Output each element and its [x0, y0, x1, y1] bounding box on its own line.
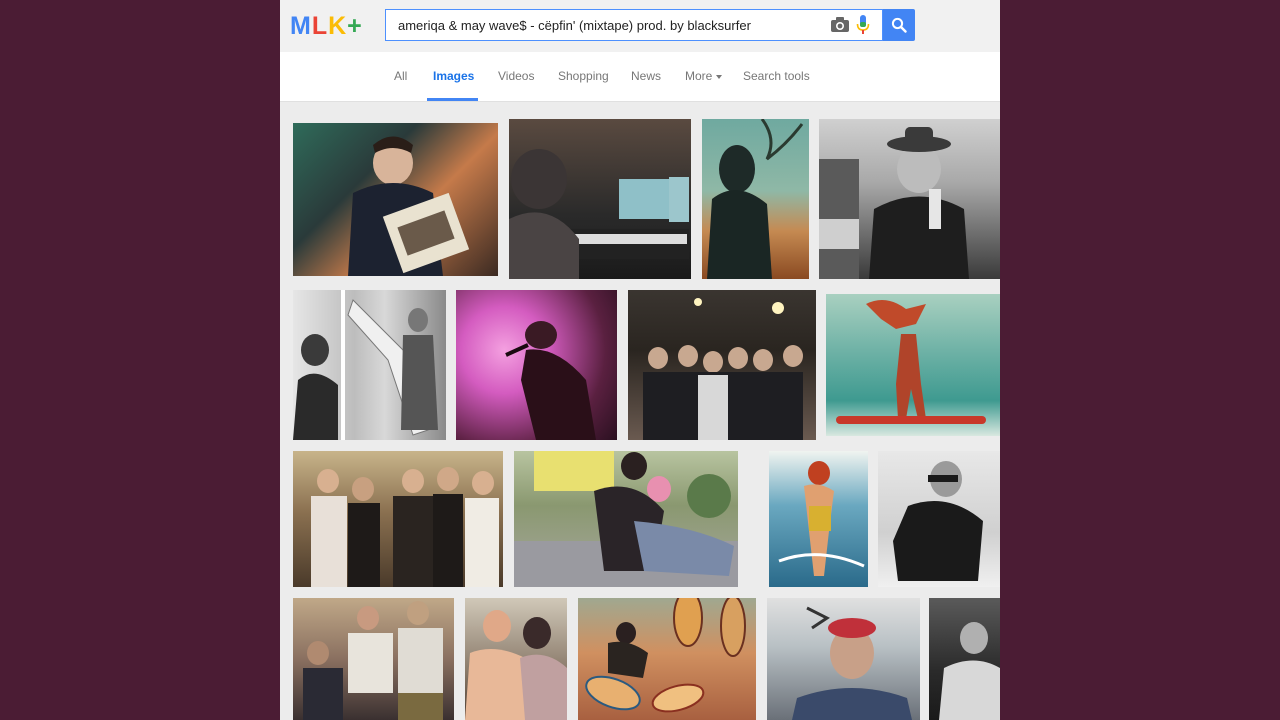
- image-result[interactable]: [293, 451, 503, 587]
- image-result[interactable]: [769, 451, 868, 587]
- image-thumbnail: [836, 300, 986, 424]
- search-tabs: All Images Videos Shopping News More Sea…: [280, 52, 1000, 102]
- image-result[interactable]: [509, 119, 691, 279]
- active-tab-indicator: [427, 98, 478, 101]
- browser-frame: MLK+ ameriqa & may wave$ - cëpfin' (mixt…: [280, 0, 1000, 720]
- image-result[interactable]: [293, 598, 454, 720]
- image-thumbnail: [778, 461, 865, 576]
- image-result[interactable]: [826, 294, 1000, 436]
- search-header: MLK+ ameriqa & may wave$ - cëpfin' (mixt…: [280, 0, 1000, 52]
- image-result[interactable]: [578, 598, 756, 720]
- search-query-text: ameriqa & may wave$ - cëpfin' (mixtape) …: [398, 18, 751, 33]
- image-thumbnail: [509, 149, 689, 279]
- tab-search-tools[interactable]: Search tools: [743, 69, 810, 83]
- logo-plus: +: [347, 12, 363, 40]
- tab-news[interactable]: News: [631, 69, 661, 83]
- image-thumbnail: [819, 127, 969, 279]
- image-result[interactable]: [702, 119, 809, 279]
- image-thumbnail: [893, 461, 983, 581]
- logo-letter-m: M: [290, 12, 312, 40]
- logo-letter-k: K: [328, 12, 348, 40]
- image-thumbnail: [585, 598, 746, 713]
- image-thumbnail: [514, 451, 738, 587]
- image-thumbnail: [643, 298, 803, 440]
- image-thumbnail: [707, 119, 804, 279]
- image-result[interactable]: [293, 290, 446, 440]
- image-thumbnail: [348, 136, 470, 276]
- image-result[interactable]: [819, 119, 1000, 279]
- search-input[interactable]: ameriqa & may wave$ - cëpfin' (mixtape) …: [385, 9, 883, 41]
- image-thumbnail: [293, 290, 438, 440]
- microphone-icon[interactable]: [856, 15, 870, 35]
- search-icon: [891, 17, 907, 33]
- image-result[interactable]: [514, 451, 738, 587]
- image-result[interactable]: [929, 598, 1000, 720]
- search-button[interactable]: [883, 9, 915, 41]
- chevron-down-icon: [716, 74, 723, 79]
- logo-letter-l: L: [311, 12, 329, 40]
- image-result[interactable]: [628, 290, 816, 440]
- image-thumbnail: [311, 467, 499, 587]
- tab-videos[interactable]: Videos: [498, 69, 534, 83]
- tab-shopping[interactable]: Shopping: [558, 69, 609, 83]
- image-thumbnail: [505, 321, 596, 440]
- image-result[interactable]: [878, 451, 1000, 587]
- image-thumbnail: [303, 601, 443, 720]
- site-logo[interactable]: MLK+: [290, 12, 363, 40]
- image-result[interactable]: [465, 598, 567, 720]
- tab-images[interactable]: Images: [433, 69, 474, 83]
- tab-more-label: More: [685, 69, 713, 83]
- image-result[interactable]: [456, 290, 617, 440]
- tab-all[interactable]: All: [394, 69, 407, 83]
- image-result[interactable]: [767, 598, 920, 720]
- image-thumbnail: [792, 606, 912, 720]
- image-result[interactable]: [293, 123, 498, 276]
- camera-icon[interactable]: [830, 16, 850, 34]
- image-thumbnail: [465, 610, 567, 720]
- tab-more[interactable]: More: [685, 69, 723, 83]
- image-thumbnail: [939, 622, 1000, 720]
